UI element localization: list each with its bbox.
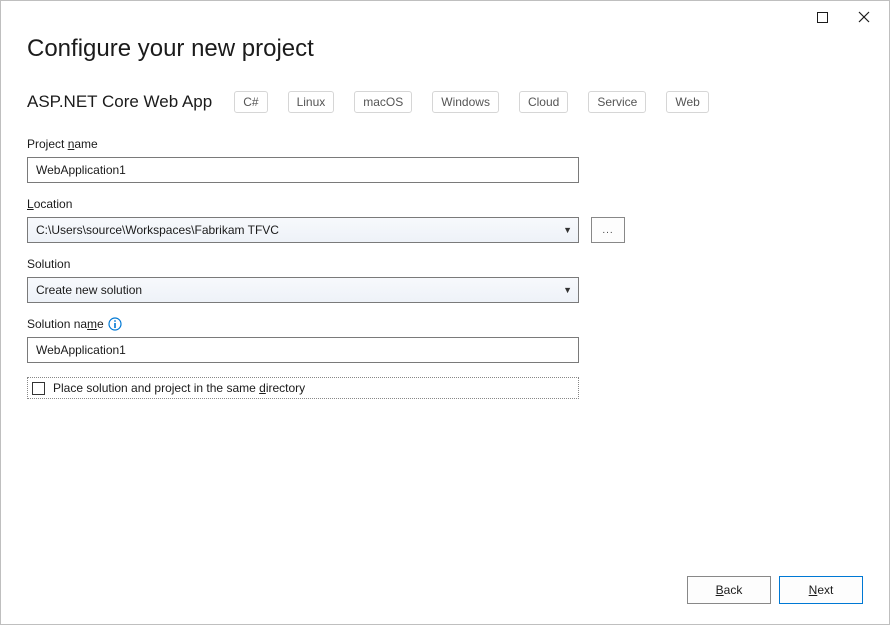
- location-label: Location: [27, 197, 863, 211]
- same-directory-checkbox[interactable]: Place solution and project in the same d…: [27, 377, 579, 399]
- tag: macOS: [354, 91, 412, 113]
- checkbox-box: [32, 382, 45, 395]
- solution-label: Solution: [27, 257, 863, 271]
- tag: Web: [666, 91, 708, 113]
- maximize-icon: [817, 12, 828, 23]
- browse-button[interactable]: ...: [591, 217, 625, 243]
- project-name-field: Project name: [27, 137, 863, 183]
- tag: Windows: [432, 91, 499, 113]
- next-button[interactable]: Next: [779, 576, 863, 604]
- tag: C#: [234, 91, 267, 113]
- location-value: C:\Users\source\Workspaces\Fabrikam TFVC: [36, 223, 279, 237]
- project-name-input[interactable]: [27, 157, 579, 183]
- maximize-button[interactable]: [809, 4, 835, 30]
- solution-value: Create new solution: [36, 283, 142, 297]
- project-name-label: Project name: [27, 137, 863, 151]
- template-name: ASP.NET Core Web App: [27, 92, 212, 112]
- solution-name-field: Solution name: [27, 317, 863, 363]
- chevron-down-icon: ▼: [563, 225, 572, 235]
- back-button[interactable]: Back: [687, 576, 771, 604]
- info-icon: [108, 317, 122, 331]
- page-title: Configure your new project: [27, 35, 863, 63]
- tag: Cloud: [519, 91, 568, 113]
- close-icon: [858, 11, 870, 23]
- chevron-down-icon: ▼: [563, 285, 572, 295]
- solution-name-input[interactable]: [27, 337, 579, 363]
- solution-name-label: Solution name: [27, 317, 863, 331]
- tag: Linux: [288, 91, 335, 113]
- solution-field: Solution Create new solution ▼: [27, 257, 863, 303]
- close-button[interactable]: [851, 4, 877, 30]
- location-field: Location C:\Users\source\Workspaces\Fabr…: [27, 197, 863, 243]
- location-combo[interactable]: C:\Users\source\Workspaces\Fabrikam TFVC…: [27, 217, 579, 243]
- solution-combo[interactable]: Create new solution ▼: [27, 277, 579, 303]
- tag: Service: [588, 91, 646, 113]
- same-directory-label: Place solution and project in the same d…: [53, 381, 305, 395]
- template-tags: C# Linux macOS Windows Cloud Service Web: [234, 91, 709, 113]
